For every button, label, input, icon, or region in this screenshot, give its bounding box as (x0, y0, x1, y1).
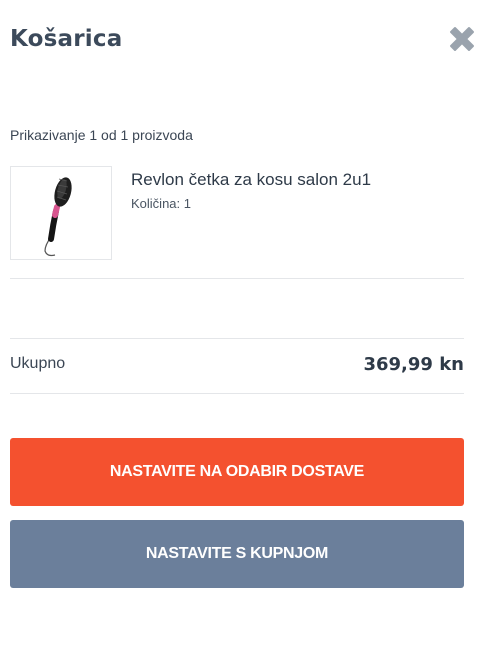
product-count-text: Prikazivanje 1 od 1 proizvoda (10, 127, 193, 143)
cart-item: Revlon četka za kosu salon 2u1 Količina:… (10, 166, 464, 279)
close-icon[interactable] (445, 22, 479, 56)
total-label: Ukupno (10, 355, 66, 372)
page-title: Košarica (10, 26, 123, 52)
product-name-link[interactable]: Revlon četka za kosu salon 2u1 (131, 170, 371, 190)
cart-panel: Košarica Prikazivanje 1 od 1 proizvoda R… (0, 0, 497, 650)
product-image[interactable] (10, 166, 112, 260)
continue-to-delivery-button[interactable]: NASTAVITE NA ODABIR DOSTAVE (10, 438, 464, 506)
total-row: Ukupno 369,99 kn (10, 338, 464, 394)
total-value: 369,99 kn (363, 354, 464, 375)
continue-shopping-button[interactable]: NASTAVITE S KUPNJOM (10, 520, 464, 588)
product-quantity: Količina: 1 (131, 196, 191, 211)
